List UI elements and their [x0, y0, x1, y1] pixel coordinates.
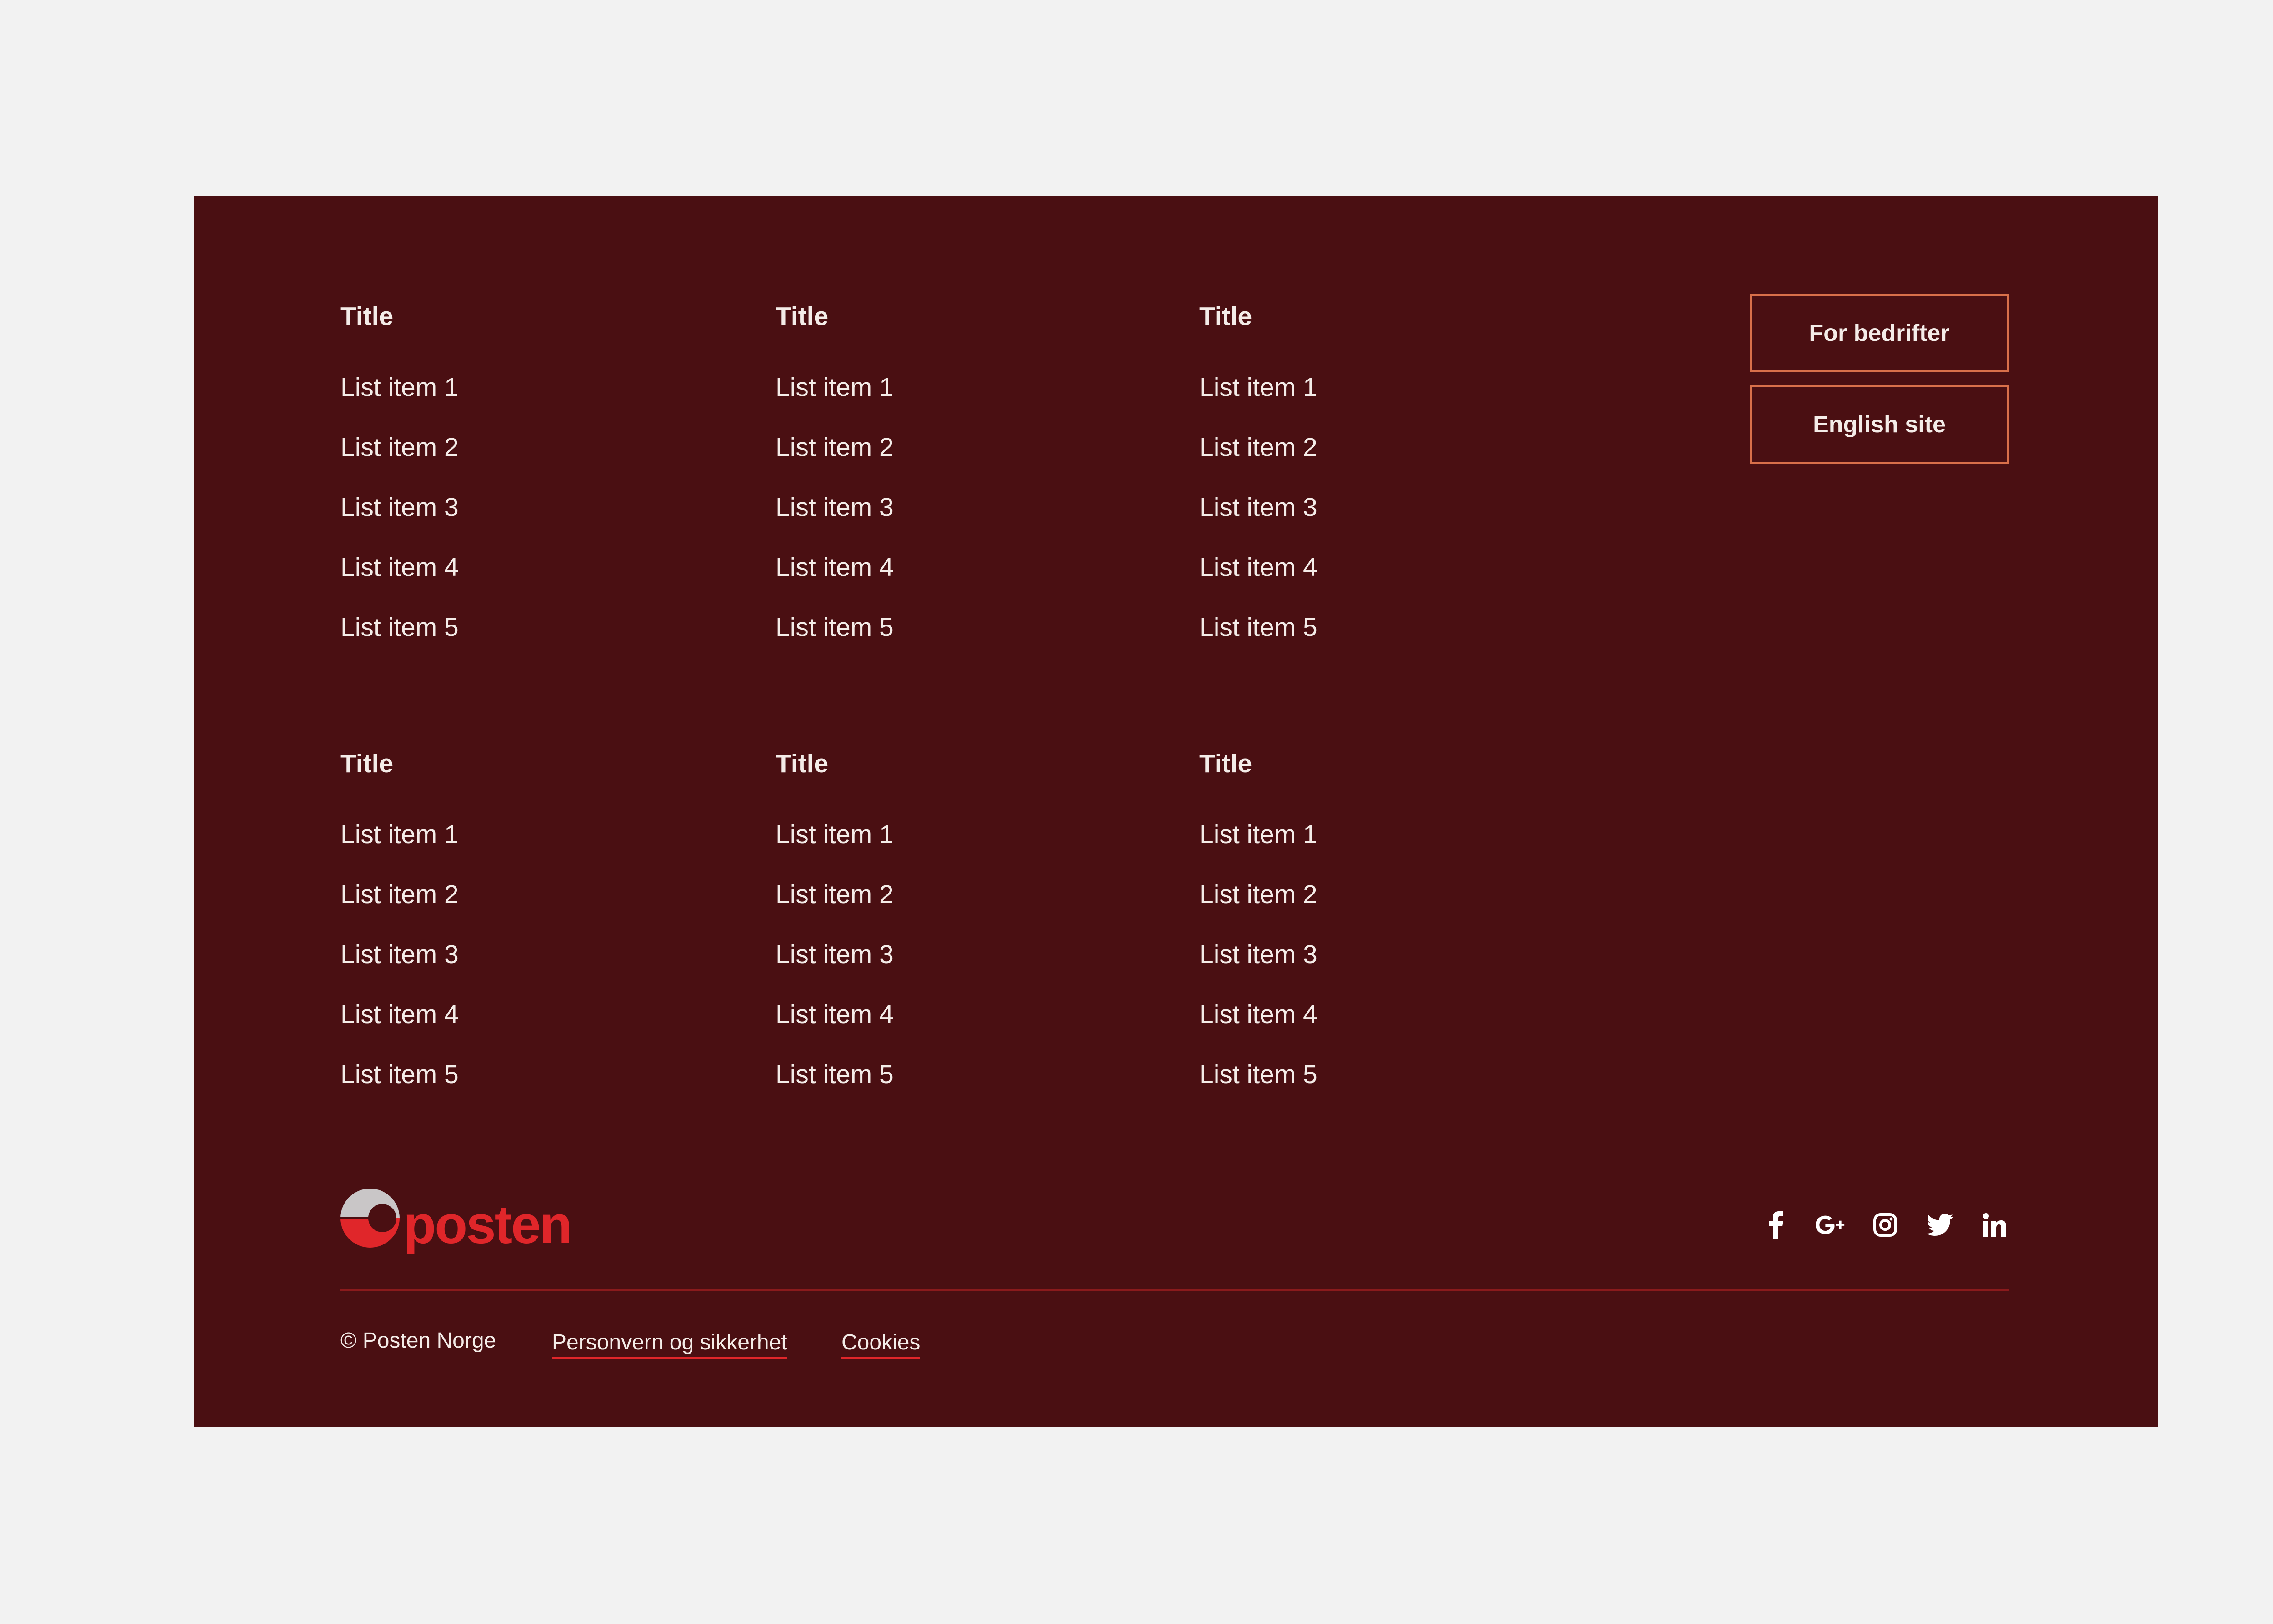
list-item[interactable]: List item 2 — [1199, 882, 1317, 908]
site-footer: Title List item 1 List item 2 List item … — [194, 196, 2158, 1427]
footer-link[interactable]: List item 1 — [1199, 820, 1317, 849]
list-item[interactable]: List item 2 — [776, 882, 894, 908]
footer-link[interactable]: List item 3 — [1199, 493, 1317, 522]
footer-link[interactable]: List item 4 — [340, 553, 459, 582]
copyright-text: © Posten Norge — [340, 1329, 496, 1353]
footer-column-4: Title List item 1 List item 2 List item … — [340, 751, 459, 1088]
footer-link[interactable]: List item 5 — [776, 1060, 894, 1089]
for-bedrifter-button[interactable]: For bedrifter — [1750, 294, 2009, 372]
list-item[interactable]: List item 4 — [776, 555, 894, 580]
link-list: List item 1 List item 2 List item 3 List… — [1199, 375, 1317, 640]
list-item[interactable]: List item 2 — [776, 435, 894, 460]
social-links — [1761, 1210, 2009, 1239]
list-item[interactable]: List item 5 — [1199, 615, 1317, 640]
english-site-button[interactable]: English site — [1750, 385, 2009, 464]
list-item[interactable]: List item 5 — [340, 615, 459, 640]
link-list: List item 1 List item 2 List item 3 List… — [340, 375, 459, 640]
footer-column-1: Title List item 1 List item 2 List item … — [340, 304, 459, 640]
list-item[interactable]: List item 5 — [1199, 1062, 1317, 1088]
link-list: List item 1 List item 2 List item 3 List… — [1199, 822, 1317, 1088]
footer-link[interactable]: List item 2 — [340, 880, 459, 909]
footer-link[interactable]: List item 4 — [1199, 1000, 1317, 1029]
footer-link[interactable]: List item 1 — [340, 820, 459, 849]
facebook-icon[interactable] — [1761, 1210, 1791, 1239]
column-title: Title — [776, 302, 829, 331]
list-item[interactable]: List item 4 — [776, 1002, 894, 1028]
footer-link[interactable]: List item 3 — [340, 493, 459, 522]
footer-link[interactable]: List item 2 — [776, 433, 894, 462]
footer-link[interactable]: List item 2 — [1199, 880, 1317, 909]
list-item[interactable]: List item 1 — [340, 375, 459, 400]
link-list: List item 1 List item 2 List item 3 List… — [340, 822, 459, 1088]
footer-column-5: Title List item 1 List item 2 List item … — [776, 751, 894, 1088]
footer-link[interactable]: List item 1 — [776, 820, 894, 849]
footer-link[interactable]: List item 1 — [340, 373, 459, 402]
list-item[interactable]: List item 4 — [1199, 1002, 1317, 1028]
list-item[interactable]: List item 3 — [776, 942, 894, 968]
google-plus-icon[interactable] — [1816, 1210, 1845, 1239]
list-item[interactable]: List item 1 — [776, 375, 894, 400]
list-item[interactable]: List item 3 — [1199, 942, 1317, 968]
footer-link[interactable]: List item 4 — [1199, 553, 1317, 582]
footer-link[interactable]: List item 5 — [1199, 1060, 1317, 1089]
list-item[interactable]: List item 4 — [340, 555, 459, 580]
list-item[interactable]: List item 3 — [340, 495, 459, 520]
link-list: List item 1 List item 2 List item 3 List… — [776, 822, 894, 1088]
posten-logo[interactable]: posten — [340, 1187, 572, 1255]
cookies-link[interactable]: Cookies — [841, 1331, 921, 1359]
footer-link[interactable]: List item 3 — [1199, 940, 1317, 969]
footer-link[interactable]: List item 5 — [1199, 613, 1317, 642]
footer-column-6: Title List item 1 List item 2 List item … — [1199, 751, 1317, 1088]
list-item[interactable]: List item 5 — [776, 615, 894, 640]
footer-link[interactable]: List item 4 — [340, 1000, 459, 1029]
list-item[interactable]: List item 2 — [340, 435, 459, 460]
posten-logo-wordmark: posten — [403, 1195, 572, 1255]
footer-link[interactable]: List item 1 — [776, 373, 894, 402]
list-item[interactable]: List item 4 — [1199, 555, 1317, 580]
list-item[interactable]: List item 1 — [1199, 822, 1317, 848]
footer-link[interactable]: List item 5 — [340, 613, 459, 642]
list-item[interactable]: List item 3 — [340, 942, 459, 968]
twitter-icon[interactable] — [1925, 1210, 1954, 1239]
list-item[interactable]: List item 5 — [340, 1062, 459, 1088]
footer-link[interactable]: List item 5 — [340, 1060, 459, 1089]
column-title: Title — [776, 749, 829, 778]
footer-divider — [340, 1289, 2009, 1291]
footer-link[interactable]: List item 4 — [776, 1000, 894, 1029]
column-title: Title — [1199, 302, 1252, 331]
footer-link[interactable]: List item 2 — [1199, 433, 1317, 462]
footer-link[interactable]: List item 2 — [776, 880, 894, 909]
footer-link[interactable]: List item 2 — [340, 433, 459, 462]
footer-column-2: Title List item 1 List item 2 List item … — [776, 304, 894, 640]
list-item[interactable]: List item 5 — [776, 1062, 894, 1088]
footer-link[interactable]: List item 3 — [776, 493, 894, 522]
list-item[interactable]: List item 1 — [1199, 375, 1317, 400]
privacy-link[interactable]: Personvern og sikkerhet — [552, 1331, 787, 1359]
list-item[interactable]: List item 2 — [1199, 435, 1317, 460]
column-title: Title — [340, 749, 394, 778]
list-item[interactable]: List item 3 — [776, 495, 894, 520]
linkedin-icon[interactable] — [1979, 1210, 2009, 1239]
instagram-icon[interactable] — [1870, 1210, 1900, 1239]
footer-column-3: Title List item 1 List item 2 List item … — [1199, 304, 1317, 640]
footer-link[interactable]: List item 1 — [1199, 373, 1317, 402]
footer-link[interactable]: List item 3 — [340, 940, 459, 969]
footer-link[interactable]: List item 3 — [776, 940, 894, 969]
list-item[interactable]: List item 2 — [340, 882, 459, 908]
link-list: List item 1 List item 2 List item 3 List… — [776, 375, 894, 640]
column-title: Title — [1199, 749, 1252, 778]
list-item[interactable]: List item 1 — [776, 822, 894, 848]
footer-link[interactable]: List item 5 — [776, 613, 894, 642]
list-item[interactable]: List item 1 — [340, 822, 459, 848]
column-title: Title — [340, 302, 394, 331]
footer-link[interactable]: List item 4 — [776, 553, 894, 582]
list-item[interactable]: List item 4 — [340, 1002, 459, 1028]
list-item[interactable]: List item 3 — [1199, 495, 1317, 520]
